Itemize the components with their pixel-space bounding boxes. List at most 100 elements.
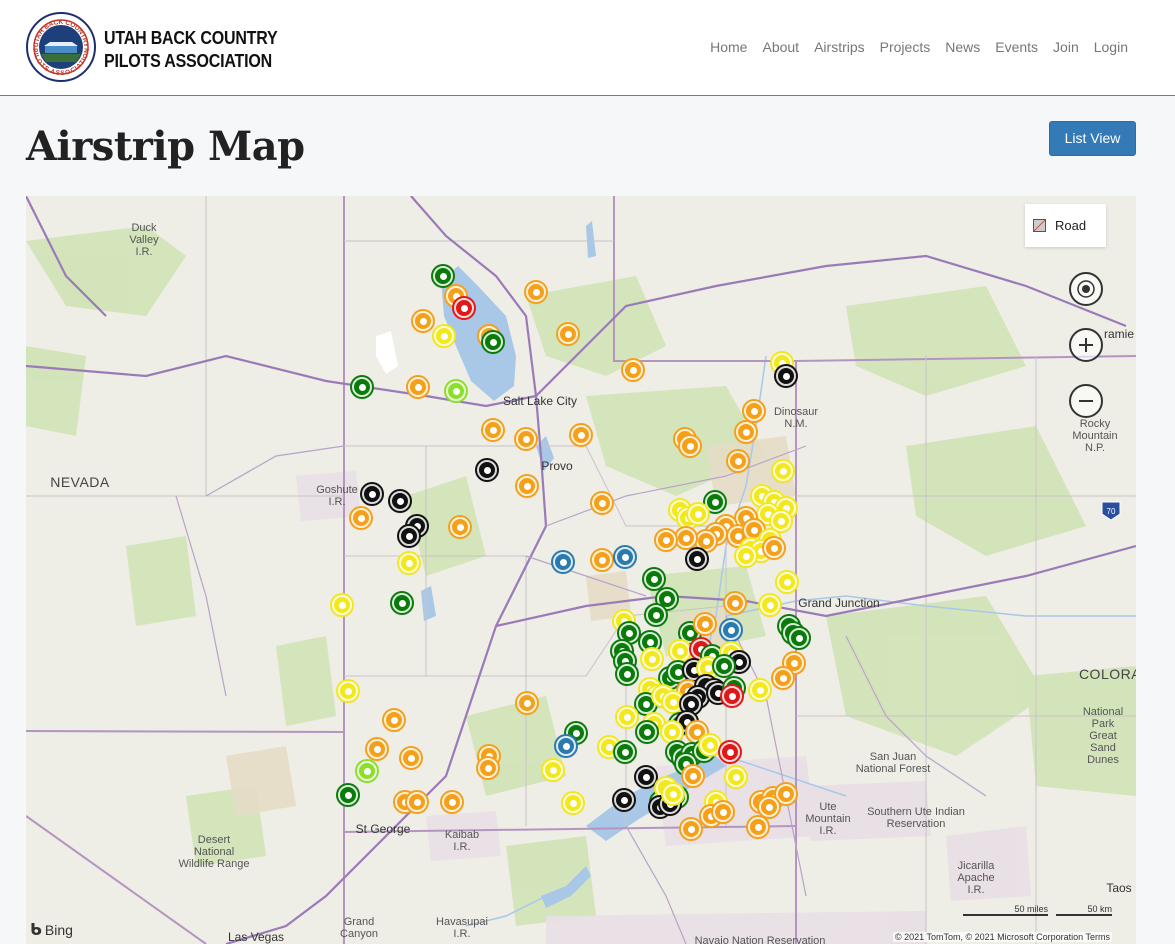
airstrip-pin-green[interactable]	[646, 605, 666, 625]
airstrip-pin-orange[interactable]	[407, 792, 427, 812]
airstrip-pin-yellow[interactable]	[736, 546, 756, 566]
airstrip-pin-orange[interactable]	[773, 668, 793, 688]
airstrip-pin-lightgreen[interactable]	[357, 761, 377, 781]
airstrip-pin-green[interactable]	[615, 742, 635, 762]
airstrip-pin-yellow[interactable]	[663, 692, 683, 712]
airstrip-pin-blue[interactable]	[553, 552, 573, 572]
airstrip-pin-yellow[interactable]	[662, 722, 682, 742]
airstrip-pin-orange[interactable]	[696, 531, 716, 551]
airstrip-pin-orange[interactable]	[442, 792, 462, 812]
airstrip-pin-yellow[interactable]	[700, 735, 720, 755]
airstrip-pin-green[interactable]	[352, 377, 372, 397]
nav-about[interactable]: About	[755, 38, 807, 56]
airstrip-pin-red[interactable]	[720, 742, 740, 762]
airstrip-pin-orange[interactable]	[759, 797, 779, 817]
airstrip-pin-orange[interactable]	[478, 758, 498, 778]
airstrip-map[interactable]: 70 Duck Valley I.R. Salt Lake City Provo NE…	[26, 196, 1136, 944]
map-copyright[interactable]: © 2021 TomTom, © 2021 Microsoft Corporat…	[892, 932, 1112, 942]
nav-home[interactable]: Home	[703, 38, 755, 56]
airstrip-pin-green[interactable]	[789, 628, 809, 648]
airstrip-pin-yellow[interactable]	[338, 681, 358, 701]
airstrip-pin-yellow[interactable]	[773, 461, 793, 481]
brand-name[interactable]: UTAH BACK COUNTRY PILOTS ASSOCIATION	[104, 28, 278, 74]
airstrip-pin-yellow[interactable]	[777, 572, 797, 592]
airstrip-pin-orange[interactable]	[744, 401, 764, 421]
airstrip-pin-orange[interactable]	[517, 476, 537, 496]
airstrip-pin-yellow[interactable]	[760, 595, 780, 615]
airstrip-pin-black[interactable]	[390, 491, 410, 511]
airstrip-pin-orange[interactable]	[748, 817, 768, 837]
airstrip-pin-orange[interactable]	[571, 425, 591, 445]
nav-login[interactable]: Login	[1086, 38, 1128, 56]
airstrip-pin-orange[interactable]	[713, 802, 733, 822]
map-style-road-button[interactable]: Road	[1025, 204, 1106, 247]
airstrip-pin-black[interactable]	[681, 694, 701, 714]
nav-events[interactable]: Events	[988, 38, 1046, 56]
airstrip-pin-blue[interactable]	[721, 620, 741, 640]
airstrip-pin-green[interactable]	[483, 332, 503, 352]
airstrip-pin-yellow[interactable]	[750, 680, 770, 700]
airstrip-pin-orange[interactable]	[408, 377, 428, 397]
airstrip-pin-orange[interactable]	[367, 739, 387, 759]
airstrip-pin-orange[interactable]	[384, 710, 404, 730]
airstrip-pin-yellow[interactable]	[688, 504, 708, 524]
airstrip-pin-blue[interactable]	[556, 736, 576, 756]
nav-projects[interactable]: Projects	[872, 38, 938, 56]
airstrip-pin-green[interactable]	[637, 722, 657, 742]
zoom-out-button[interactable]	[1069, 384, 1103, 418]
airstrip-pin-orange[interactable]	[401, 748, 421, 768]
airstrip-pin-yellow[interactable]	[332, 595, 352, 615]
airstrip-pin-orange[interactable]	[483, 420, 503, 440]
locate-me-button[interactable]	[1069, 272, 1103, 306]
airstrip-pin-orange[interactable]	[681, 819, 701, 839]
airstrip-pin-orange[interactable]	[725, 593, 745, 613]
airstrip-pin-orange[interactable]	[516, 429, 536, 449]
airstrip-pin-yellow[interactable]	[399, 553, 419, 573]
airstrip-pin-green[interactable]	[644, 569, 664, 589]
airstrip-pin-orange[interactable]	[683, 766, 703, 786]
airstrip-pin-green[interactable]	[705, 492, 725, 512]
airstrip-pin-green[interactable]	[392, 593, 412, 613]
airstrip-pin-blue[interactable]	[615, 547, 635, 567]
airstrip-pin-yellow[interactable]	[670, 641, 690, 661]
airstrip-pin-lightgreen[interactable]	[446, 381, 466, 401]
airstrip-pin-green[interactable]	[338, 785, 358, 805]
airstrip-pin-black[interactable]	[477, 460, 497, 480]
airstrip-pin-yellow[interactable]	[663, 784, 683, 804]
airstrip-pin-orange[interactable]	[558, 324, 578, 344]
airstrip-pin-orange[interactable]	[728, 451, 748, 471]
airstrip-pin-orange[interactable]	[656, 530, 676, 550]
airstrip-pin-orange[interactable]	[676, 528, 696, 548]
airstrip-pin-red[interactable]	[454, 298, 474, 318]
nav-join[interactable]: Join	[1046, 38, 1087, 56]
airstrip-pin-orange[interactable]	[623, 360, 643, 380]
airstrip-pin-black[interactable]	[614, 790, 634, 810]
airstrip-pin-black[interactable]	[687, 549, 707, 569]
airstrip-pin-yellow[interactable]	[726, 767, 746, 787]
zoom-in-button[interactable]	[1069, 328, 1103, 362]
bing-attribution[interactable]: ᑲ Bing	[30, 920, 73, 939]
airstrip-pin-yellow[interactable]	[543, 760, 563, 780]
nav-news[interactable]: News	[938, 38, 988, 56]
airstrip-pin-yellow[interactable]	[771, 511, 791, 531]
airstrip-pin-yellow[interactable]	[642, 649, 662, 669]
airstrip-pin-orange[interactable]	[592, 493, 612, 513]
airstrip-pin-orange[interactable]	[517, 693, 537, 713]
airstrip-pin-green[interactable]	[617, 664, 637, 684]
airstrip-pin-red[interactable]	[722, 686, 742, 706]
airstrip-pin-yellow[interactable]	[434, 326, 454, 346]
airstrip-pin-orange[interactable]	[680, 436, 700, 456]
airstrip-pin-green[interactable]	[714, 656, 734, 676]
airstrip-pin-orange[interactable]	[736, 422, 756, 442]
airstrip-pin-orange[interactable]	[764, 538, 784, 558]
airstrip-pin-yellow[interactable]	[563, 793, 583, 813]
airstrip-pin-green[interactable]	[619, 623, 639, 643]
airstrip-pin-green[interactable]	[433, 266, 453, 286]
airstrip-pin-orange[interactable]	[695, 614, 715, 634]
airstrip-pin-orange[interactable]	[526, 282, 546, 302]
nav-airstrips[interactable]: Airstrips	[807, 38, 873, 56]
airstrip-pin-black[interactable]	[362, 484, 382, 504]
airstrip-pin-black[interactable]	[399, 526, 419, 546]
list-view-button[interactable]: List View	[1049, 121, 1136, 156]
airstrip-pin-black[interactable]	[776, 366, 796, 386]
